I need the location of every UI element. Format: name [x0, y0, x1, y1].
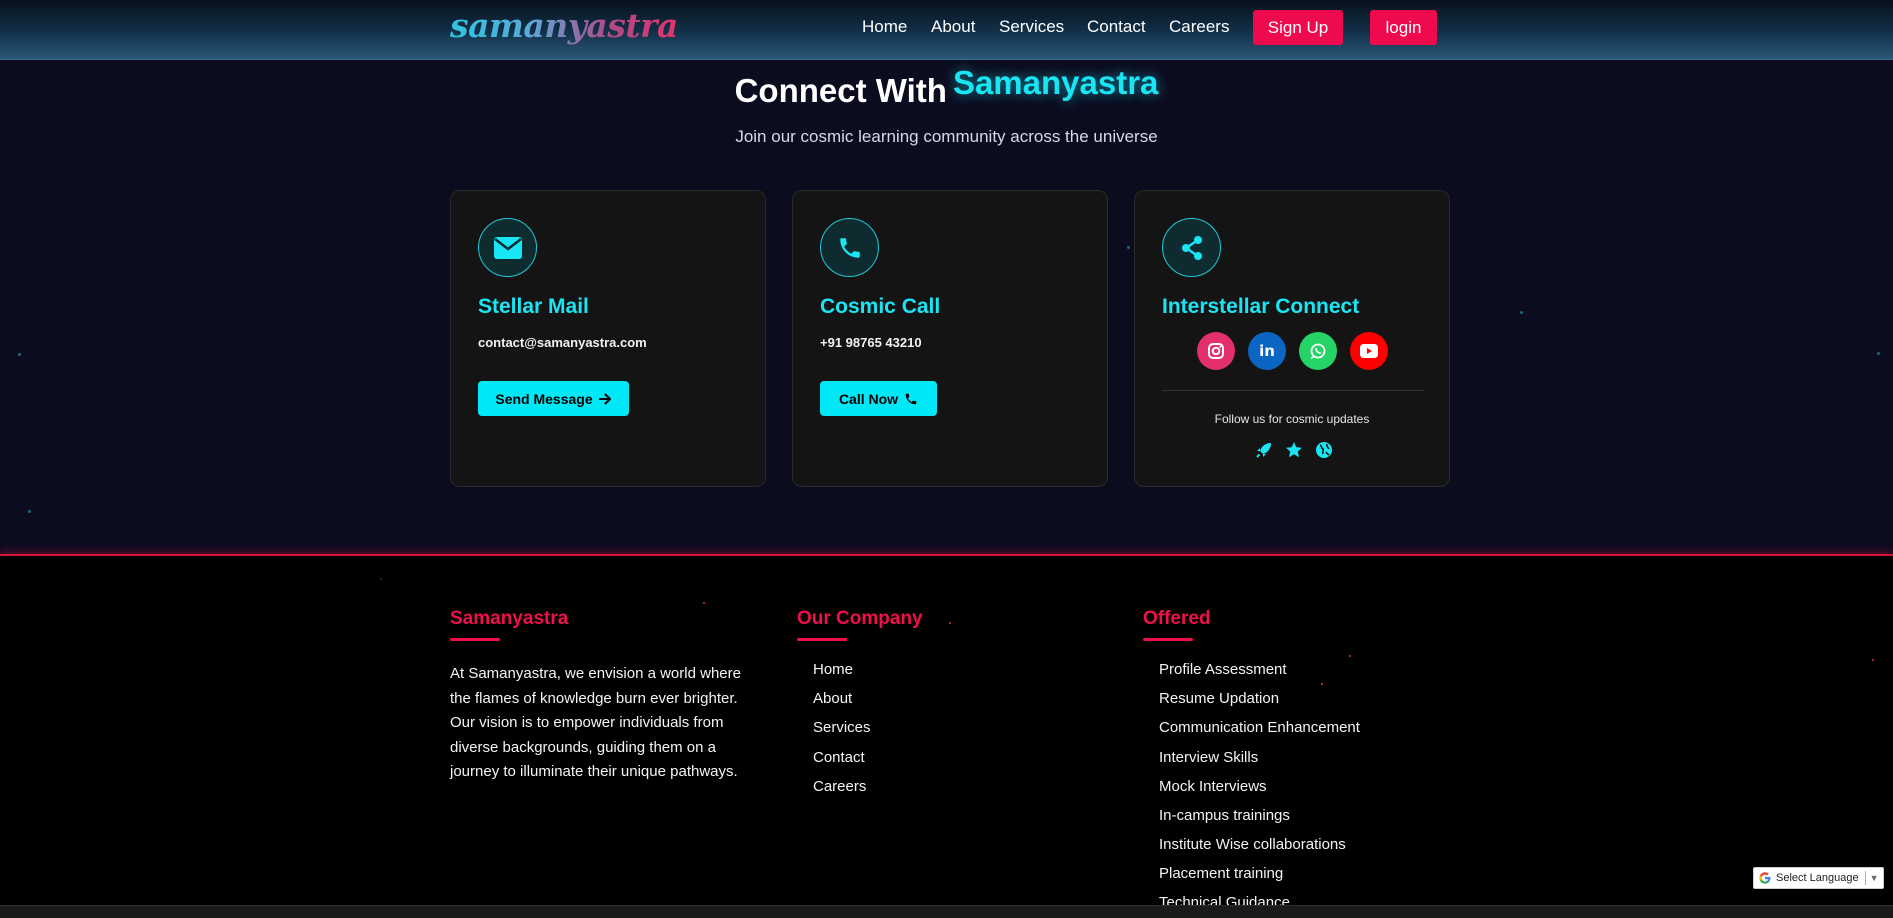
google-icon	[1759, 872, 1771, 884]
nav-home[interactable]: Home	[862, 17, 907, 37]
footer-link-services[interactable]: Services	[813, 719, 871, 736]
call-now-button[interactable]: Call Now	[820, 381, 937, 416]
linkedin-icon[interactable]: in	[1248, 332, 1286, 370]
footer-heading-samanyastra: Samanyastra	[450, 608, 569, 629]
footer-link-contact[interactable]: Contact	[813, 749, 865, 766]
envelope-icon	[478, 218, 537, 277]
card-title: Stellar Mail	[478, 295, 589, 318]
footer-heading-company: Our Company	[797, 608, 923, 629]
footer-link-offered[interactable]: Resume Updation	[1159, 690, 1279, 707]
follow-text: Follow us for cosmic updates	[1214, 412, 1370, 426]
chevron-down-icon: ▼	[1869, 873, 1879, 883]
footer-link-home[interactable]: Home	[813, 661, 853, 678]
connect-section: Connect With Samanyastra Join our cosmic …	[0, 60, 1893, 554]
background-star	[28, 510, 31, 513]
card-title: Cosmic Call	[820, 295, 941, 318]
divider	[1864, 871, 1866, 885]
stellar-mail-card: Stellar Mail contact@samanyastra.com Sen…	[450, 190, 766, 487]
bottom-toolbar-strip	[0, 905, 1893, 918]
globe-icon	[1316, 442, 1332, 458]
section-title: Connect With Samanyastra	[0, 64, 1893, 109]
language-label: Select Language	[1776, 872, 1859, 884]
background-dot	[1321, 683, 1323, 685]
nav-careers[interactable]: Careers	[1169, 17, 1229, 37]
footer-link-offered[interactable]: Communication Enhancement	[1159, 719, 1360, 736]
language-selector[interactable]: Select Language ▼	[1753, 867, 1884, 889]
interstellar-connect-card: Interstellar Connect in Follow us for co…	[1134, 190, 1450, 487]
background-star	[1127, 246, 1130, 249]
background-star	[1877, 352, 1880, 355]
section-title-plain: Connect With	[734, 72, 947, 109]
footer-link-offered[interactable]: Profile Assessment	[1159, 661, 1287, 678]
background-dot	[1872, 659, 1874, 661]
footer-link-careers[interactable]: Careers	[813, 778, 866, 795]
send-message-button[interactable]: Send Message	[478, 381, 629, 416]
site-footer: Samanyastra At Samanyastra, we envision …	[0, 554, 1893, 918]
footer-link-offered[interactable]: Mock Interviews	[1159, 778, 1267, 795]
footer-link-offered[interactable]: In-campus trainings	[1159, 807, 1290, 824]
footer-link-about[interactable]: About	[813, 690, 852, 707]
footer-about-text: At Samanyastra, we envision a world wher…	[450, 665, 741, 781]
heading-underline	[1143, 638, 1193, 641]
background-dot	[949, 622, 951, 624]
email-address[interactable]: contact@samanyastra.com	[478, 335, 647, 350]
background-star	[1520, 311, 1523, 314]
background-dot	[1349, 655, 1351, 657]
whatsapp-icon[interactable]	[1299, 332, 1337, 370]
signup-button[interactable]: Sign Up	[1253, 10, 1343, 45]
instagram-icon[interactable]	[1197, 332, 1235, 370]
footer-link-offered[interactable]: Institute Wise collaborations	[1159, 836, 1346, 853]
send-message-label: Send Message	[495, 390, 593, 407]
section-subtitle: Join our cosmic learning community acros…	[735, 127, 1158, 146]
phone-icon	[905, 393, 917, 404]
phone-number[interactable]: +91 98765 43210	[820, 335, 922, 350]
call-now-label: Call Now	[838, 390, 899, 407]
heading-underline	[797, 638, 847, 641]
nav-contact[interactable]: Contact	[1087, 17, 1146, 37]
card-divider	[1162, 390, 1424, 391]
background-dot	[380, 578, 382, 580]
background-dot	[703, 602, 705, 604]
youtube-icon[interactable]	[1350, 332, 1388, 370]
site-header: samanyastra Home About Services Contact …	[0, 0, 1893, 60]
share-icon	[1162, 218, 1221, 277]
nav-about[interactable]: About	[931, 17, 975, 37]
arrow-right-icon	[598, 393, 611, 404]
heading-underline	[450, 638, 500, 641]
star-icon	[1286, 442, 1302, 458]
rocket-icon	[1256, 443, 1271, 458]
cosmic-call-card: Cosmic Call +91 98765 43210 Call Now	[792, 190, 1108, 487]
section-title-accent: Samanyastra	[952, 64, 1159, 101]
main-nav: Home About Services Contact Careers Sign…	[0, 0, 1893, 54]
phone-icon	[820, 218, 879, 277]
footer-heading-offered: Offered	[1143, 608, 1211, 629]
footer-link-offered[interactable]: Placement training	[1159, 865, 1283, 882]
footer-link-offered[interactable]: Interview Skills	[1159, 749, 1258, 766]
nav-services[interactable]: Services	[999, 17, 1064, 37]
card-title: Interstellar Connect	[1162, 295, 1360, 318]
background-star	[18, 353, 21, 356]
login-button[interactable]: login	[1370, 10, 1437, 45]
